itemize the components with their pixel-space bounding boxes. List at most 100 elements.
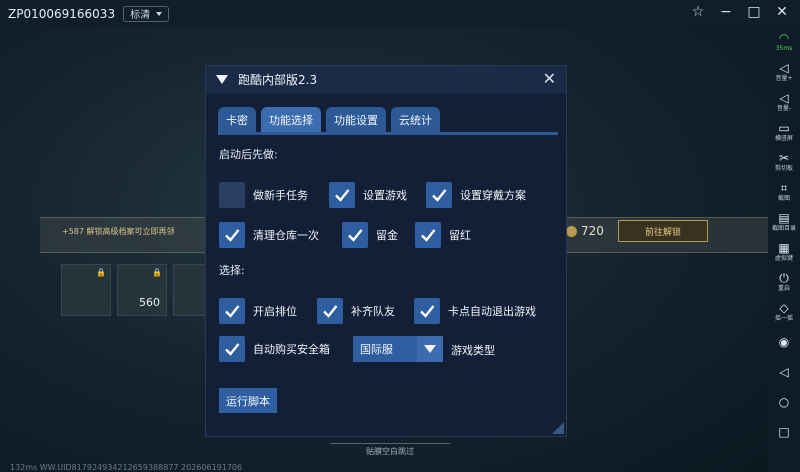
home-icon: ○ [778,394,790,409]
close-icon[interactable]: ✕ [543,71,556,87]
checkbox-label: 清理仓库一次 [253,229,319,242]
checkbox-ranked[interactable]: 开启排位 [219,298,297,324]
checkbox-box[interactable] [317,298,343,324]
pin-icon[interactable]: ☆ [690,4,706,20]
close-icon[interactable]: ✕ [774,4,790,20]
server-select-value: 国际服 [360,343,393,356]
footer-info: 132ms WW.UID817924934212659388877 202606… [10,463,243,472]
device-id: ZP010069166033 [8,6,116,21]
coin-amount: 720 [566,224,604,238]
checkbox-keep-gold[interactable]: 留金 [342,222,398,248]
lock-icon: 🔒 [152,268,162,277]
tab-feature-settings[interactable]: 功能设置 [326,107,386,132]
check-icon [432,189,447,202]
checkbox-newbie-task[interactable]: 做新手任务 [219,182,308,208]
sidebar-item-record[interactable]: ◉ [768,327,800,357]
checkbox-box[interactable] [415,222,441,248]
minimize-icon[interactable]: − [718,4,734,20]
check-icon [323,305,338,318]
run-script-button[interactable]: 运行脚本 [219,388,277,413]
tab-cloud-stats[interactable]: 云统计 [391,107,440,132]
bottom-hint: 贴膜空白跳过 [330,443,450,459]
sidebar-item-clipboard[interactable]: ✂ 剪切板 [768,147,800,177]
sidebar-item-restart[interactable]: ⏻ 重启 [768,267,800,297]
section-startup-label: 启动后先做: [219,148,278,161]
checkbox-buy-safebox[interactable]: 自动购买安全箱 [219,336,330,362]
recents-button[interactable]: □ [768,417,800,447]
checkbox-auto-quit[interactable]: 卡点自动退出游戏 [414,298,536,324]
checkbox-clear-warehouse[interactable]: 清理仓库一次 [219,222,319,248]
checkbox-label: 补齐队友 [351,305,395,318]
collapse-icon[interactable] [216,75,228,84]
checkbox-label: 留红 [449,229,471,242]
check-icon [335,189,350,202]
checkbox-box[interactable] [219,182,245,208]
sidebar-item-virtual-keys[interactable]: ▦ 虚拟键 [768,237,800,267]
checkbox-box[interactable] [414,298,440,324]
shake-icon: ◇ [779,300,789,315]
crop-icon: ⌗ [780,180,788,195]
wifi-icon: ◠ [778,30,790,45]
inventory-slot[interactable]: 🔒 560 [117,264,167,316]
scissors-icon: ✂ [778,150,790,165]
checkbox-label: 留金 [376,229,398,242]
power-icon: ⏻ [779,270,789,285]
maximize-icon[interactable]: □ [746,4,762,20]
checkbox-box[interactable] [342,222,368,248]
screen-icon: ▭ [778,120,790,135]
tab-card-key[interactable]: 卡密 [218,107,256,132]
check-icon [420,305,435,318]
game-type-label: 游戏类型 [451,344,495,357]
back-button[interactable]: ◁ [768,357,800,387]
panel-title: 跑酷内部版2.3 [238,73,318,87]
folder-icon: ▤ [778,210,790,225]
quality-select-value: 标清 [130,10,151,21]
tab-feature-select[interactable]: 功能选择 [261,107,321,132]
checkbox-box[interactable] [219,336,245,362]
checkbox-box[interactable] [219,298,245,324]
sidebar-item-shake[interactable]: ◇ 摇一摇 [768,297,800,327]
inventory-slot[interactable]: 🔒 [61,264,111,316]
sidebar-item-screenshot[interactable]: ⌗ 截图 [768,177,800,207]
server-select[interactable]: 国际服 [353,336,443,362]
sidebar-item-volume-down[interactable]: ◁ 音量- [768,87,800,117]
sidebar-item-screenshot-folder[interactable]: ▤ 截图目录 [768,207,800,237]
check-icon [421,229,436,242]
tab-underline [218,132,558,135]
checkbox-label: 设置穿戴方案 [460,189,526,202]
checkbox-box[interactable] [329,182,355,208]
resize-grip-icon[interactable] [552,422,564,434]
quality-select[interactable]: 标清 [123,5,170,22]
emulator-sidebar: ◠ 35ms ◁ 音量+ ◁ 音量- ▭ 横竖屏 ✂ 剪切板 ⌗ 截图 ▤ 截图… [768,27,800,472]
checkbox-box[interactable] [426,182,452,208]
checkbox-label: 自动购买安全箱 [253,343,330,356]
check-icon [225,343,240,356]
lock-icon: 🔒 [96,268,106,277]
checkbox-fill-team[interactable]: 补齐队友 [317,298,395,324]
checkbox-set-game[interactable]: 设置游戏 [329,182,407,208]
panel-tabs: 卡密 功能选择 功能设置 云统计 [218,107,440,132]
checkbox-label: 卡点自动退出游戏 [448,305,536,318]
banner-text: +587 解锁高级档案可立即再领 [62,227,175,236]
checkbox-set-outfit[interactable]: 设置穿戴方案 [426,182,526,208]
unlock-button[interactable]: 前往解锁 [618,220,708,242]
title-bar: ZP010069166033 标清 ☆ − □ ✕ [0,0,800,27]
coin-icon [566,225,577,237]
chevron-down-icon [156,11,163,16]
checkbox-box[interactable] [219,222,245,248]
slot-count: 560 [139,296,160,309]
checkbox-label: 开启排位 [253,305,297,318]
window-controls: ☆ − □ ✕ [690,4,790,20]
checkbox-keep-red[interactable]: 留红 [415,222,471,248]
emulator-window: ZP010069166033 标清 ☆ − □ ✕ +587 解锁高级档案可立即… [0,0,800,472]
check-icon [225,305,240,318]
sidebar-item-rotate[interactable]: ▭ 横竖屏 [768,117,800,147]
back-icon: ◁ [779,364,789,379]
checkbox-label: 设置游戏 [363,189,407,202]
home-button[interactable]: ○ [768,387,800,417]
script-panel: 跑酷内部版2.3 ✕ 卡密 功能选择 功能设置 云统计 启动后先做: 做新手任务… [205,65,567,437]
sidebar-item-volume-up[interactable]: ◁ 音量+ [768,57,800,87]
dropdown-arrow-icon[interactable] [417,336,443,362]
panel-header[interactable]: 跑酷内部版2.3 ✕ [206,66,566,93]
volume-up-icon: ◁ [779,60,789,75]
